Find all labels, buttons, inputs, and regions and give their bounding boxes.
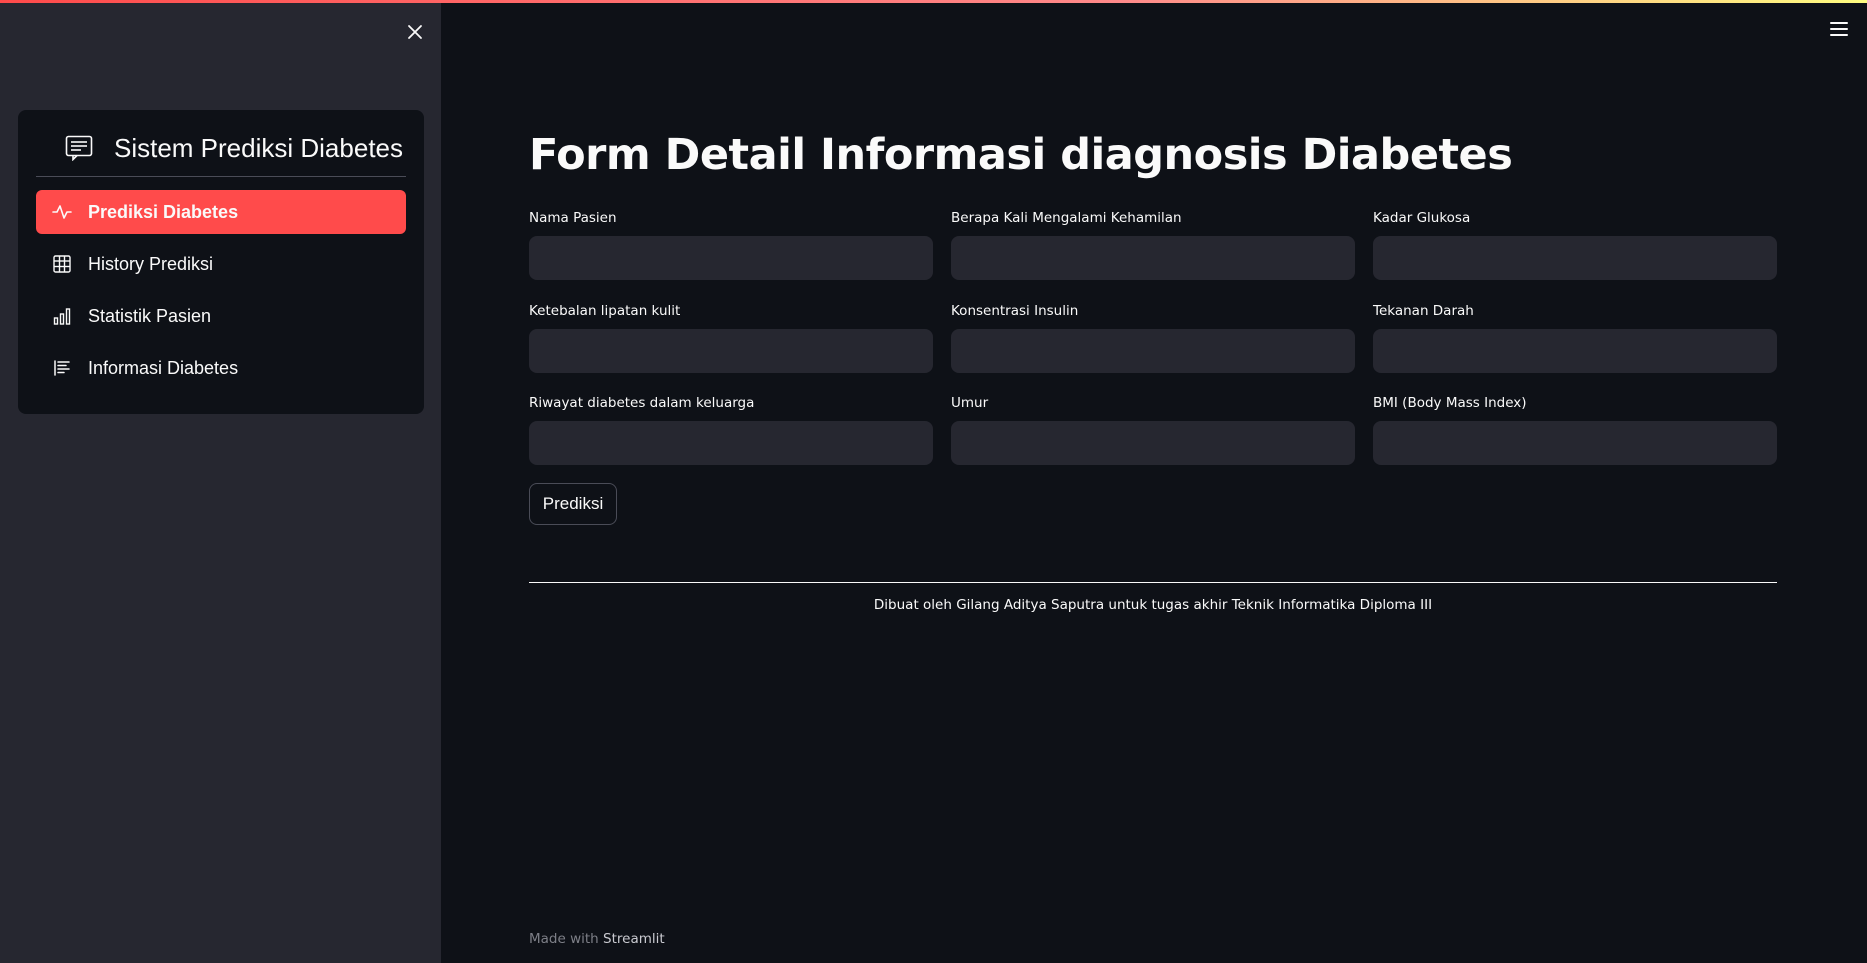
glukosa-input[interactable]	[1373, 236, 1777, 280]
activity-icon	[51, 201, 73, 223]
kehamilan-label: Berapa Kali Mengalami Kehamilan	[951, 210, 1182, 226]
option-menu: Sistem Prediksi Diabetes Prediksi Diabet…	[18, 110, 424, 414]
credit-text: Dibuat oleh Gilang Aditya Saputra untuk …	[873, 597, 1433, 613]
glukosa-label: Kadar Glukosa	[1373, 210, 1471, 226]
lipatan-kulit-input[interactable]	[529, 329, 933, 373]
menu-item-label: Informasi Diabetes	[88, 357, 239, 378]
menu-item-statistik-pasien[interactable]: Statistik Pasien	[36, 294, 406, 338]
lipatan-kulit-label: Ketebalan lipatan kulit	[529, 303, 681, 319]
made-with-footer: Made with Streamlit	[529, 931, 665, 947]
tekanan-darah-label: Tekanan Darah	[1373, 303, 1474, 319]
menu-header: Sistem Prediksi Diabetes	[36, 128, 406, 168]
menu-divider	[36, 176, 406, 177]
riwayat-diabetes-input[interactable]	[529, 421, 933, 465]
table-icon	[51, 253, 73, 275]
prediksi-button[interactable]: Prediksi	[529, 483, 617, 525]
umur-label: Umur	[951, 395, 989, 411]
menu-title: Sistem Prediksi Diabetes	[114, 132, 403, 163]
nama-pasien-label: Nama Pasien	[529, 210, 617, 226]
menu-item-prediksi-diabetes[interactable]: Prediksi Diabetes	[36, 190, 406, 234]
menu-item-history-prediksi[interactable]: History Prediksi	[36, 242, 406, 286]
kehamilan-input[interactable]	[951, 236, 1355, 280]
made-with-text: Made with	[529, 931, 599, 947]
menu-item-label: History Prediksi	[88, 253, 214, 274]
menu-item-label: Prediksi Diabetes	[88, 201, 239, 222]
bar-chart-icon	[51, 305, 73, 327]
insulin-input[interactable]	[951, 329, 1355, 373]
bmi-label: BMI (Body Mass Index)	[1373, 395, 1527, 411]
form-list-icon	[65, 133, 95, 163]
tekanan-darah-input[interactable]	[1373, 329, 1777, 373]
nama-pasien-input[interactable]	[529, 236, 933, 280]
sidebar: Sistem Prediksi Diabetes Prediksi Diabet…	[0, 0, 441, 963]
close-icon[interactable]	[403, 20, 427, 44]
menu-item-informasi-diabetes[interactable]: Informasi Diabetes	[36, 346, 406, 390]
insulin-label: Konsentrasi Insulin	[951, 303, 1079, 319]
riwayat-diabetes-label: Riwayat diabetes dalam keluarga	[529, 395, 755, 411]
hamburger-menu-icon[interactable]	[1829, 20, 1849, 38]
top-decoration-bar	[0, 0, 1867, 3]
page-title: Form Detail Informasi diagnosis Diabetes	[529, 130, 1513, 180]
menu-item-label: Statistik Pasien	[88, 305, 212, 326]
text-paragraph-icon	[51, 357, 73, 379]
umur-input[interactable]	[951, 421, 1355, 465]
bmi-input[interactable]	[1373, 421, 1777, 465]
divider	[529, 582, 1777, 583]
streamlit-link[interactable]: Streamlit	[603, 931, 665, 947]
